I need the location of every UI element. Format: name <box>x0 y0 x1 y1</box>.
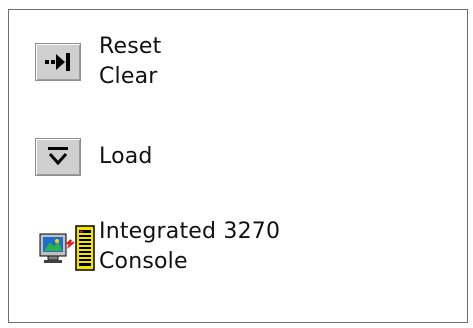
reset-clear-label-line2: Clear <box>99 64 158 89</box>
reset-clear-label-line1: Reset <box>99 34 162 59</box>
reset-clear-icon[interactable] <box>35 43 81 81</box>
task-panel: Reset Clear Load Integrated 3270 Console <box>8 9 468 323</box>
console-label-line2: Console <box>99 249 188 274</box>
integrated-3270-console-icon[interactable] <box>35 217 107 277</box>
console-label-line1: Integrated 3270 <box>99 219 281 244</box>
load-icon[interactable] <box>35 138 81 176</box>
load-label: Load <box>99 144 153 169</box>
integrated-3270-console-task[interactable]: Integrated 3270 Console <box>35 217 280 277</box>
reset-clear-task[interactable]: Reset Clear <box>35 32 161 92</box>
load-task[interactable]: Load <box>35 138 153 176</box>
